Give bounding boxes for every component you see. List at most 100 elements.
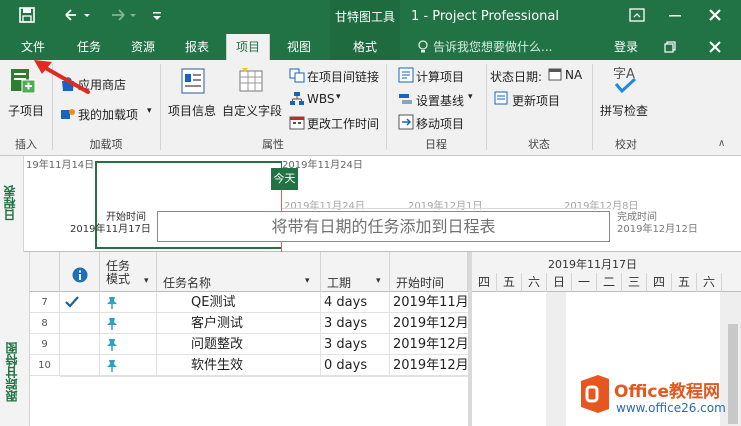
duration-cell[interactable]: 3 days bbox=[321, 334, 390, 355]
custom-fields-button[interactable]: 自定义字段 bbox=[222, 102, 282, 119]
gantt-chart-tools-tab[interactable]: 甘特图工具 bbox=[330, 0, 400, 34]
start-header-label: 开始时间 bbox=[396, 276, 445, 290]
subproject-button[interactable]: 子项目 bbox=[8, 102, 44, 119]
project-info-icon[interactable] bbox=[178, 66, 208, 99]
duration-cell[interactable]: 0 days bbox=[321, 355, 390, 376]
spelling-button[interactable]: 拼写检查 bbox=[600, 102, 648, 119]
gantt-major-date: 2019年11月17日 bbox=[548, 258, 637, 271]
today-marker: 今天 bbox=[271, 168, 298, 190]
close-document-icon[interactable] bbox=[700, 34, 730, 60]
start-cell[interactable]: 2019年12月 bbox=[390, 355, 468, 376]
my-addins-icon bbox=[60, 106, 76, 125]
wbs-button[interactable]: WBS bbox=[307, 92, 335, 106]
project-window: 甘特图工具 1 - Project Professional 文件 任务 资源 … bbox=[0, 0, 741, 426]
task-name-cell[interactable]: 客户测试 bbox=[157, 313, 321, 334]
row-id: 8 bbox=[30, 313, 60, 334]
timeline-drop-box[interactable]: 将带有日期的任务添加到日程表 bbox=[157, 211, 610, 242]
auto-schedule-pin-icon bbox=[107, 318, 117, 330]
calculate-project-button[interactable]: 计算项目 bbox=[416, 68, 464, 85]
start-header[interactable]: 开始时间 bbox=[390, 252, 468, 292]
group-properties-label: 属性 bbox=[262, 138, 284, 151]
wbs-dropdown-icon[interactable]: ▾ bbox=[336, 92, 341, 102]
task-name-header[interactable]: 任务名称 ▾ bbox=[157, 252, 321, 292]
ribbon-project: 子项目 插入 应用商店 我的加载项 ▾ 加载项 项目信息 自定义字段 在项目间链… bbox=[0, 60, 741, 156]
timeline-pane: 日程表 19年11月14日 2019年11月24日 今天 开始时间 2019年1… bbox=[0, 156, 741, 252]
indicators-header[interactable] bbox=[60, 252, 100, 292]
undo-icon[interactable] bbox=[60, 7, 94, 27]
info-icon bbox=[72, 267, 88, 283]
tab-report[interactable]: 报表 bbox=[172, 34, 222, 60]
tab-format[interactable]: 格式 bbox=[330, 34, 400, 60]
gantt-day-label: 六 bbox=[522, 273, 547, 292]
gantt-day-label: 六 bbox=[697, 273, 722, 292]
task-mode-cell[interactable] bbox=[100, 292, 157, 313]
table-row[interactable]: 10 软件生效 0 days 2019年12月 bbox=[30, 355, 468, 376]
start-cell[interactable]: 2019年12月 bbox=[390, 334, 468, 355]
redo-icon[interactable] bbox=[106, 7, 140, 27]
link-projects-button[interactable]: 在项目间链接 bbox=[307, 68, 379, 85]
task-name-cell[interactable]: QE测试 bbox=[157, 292, 321, 313]
table-row[interactable]: 8 客户测试 3 days 2019年12月 bbox=[30, 313, 468, 334]
duration-cell[interactable]: 4 days bbox=[321, 292, 390, 313]
update-project-icon bbox=[494, 91, 508, 108]
duration-filter-icon[interactable]: ▾ bbox=[376, 276, 381, 286]
task-name-header-label: 任务名称 bbox=[163, 276, 212, 290]
update-project-button[interactable]: 更新项目 bbox=[512, 92, 560, 109]
tell-me-search[interactable]: 告诉我您想要做什么... bbox=[433, 34, 552, 60]
customize-toolbar-icon[interactable] bbox=[150, 7, 164, 27]
task-mode-header[interactable]: 任务 模式 ▾ bbox=[100, 252, 157, 292]
sign-in-link[interactable]: 登录 bbox=[604, 34, 648, 60]
timeline-start-date: 2019年11月17日 bbox=[70, 224, 151, 235]
duration-cell[interactable]: 3 days bbox=[321, 313, 390, 334]
project-info-button[interactable]: 项目信息 bbox=[168, 102, 216, 119]
window-title: 1 - Project Professional bbox=[411, 9, 559, 24]
my-addins-button[interactable]: 我的加载项 bbox=[78, 106, 138, 123]
collapse-ribbon-icon[interactable]: ∧ bbox=[718, 138, 725, 149]
task-mode-cell[interactable] bbox=[100, 313, 157, 334]
close-icon[interactable] bbox=[695, 0, 735, 34]
group-insert-label: 插入 bbox=[15, 138, 37, 151]
select-all-header[interactable] bbox=[30, 252, 60, 292]
my-addins-dropdown-icon[interactable]: ▾ bbox=[147, 106, 152, 116]
tab-resource[interactable]: 资源 bbox=[118, 34, 168, 60]
gantt-day-label: 五 bbox=[672, 273, 697, 292]
task-mode-filter-icon[interactable]: ▾ bbox=[144, 276, 149, 286]
move-project-button[interactable]: 移动项目 bbox=[416, 115, 464, 132]
save-icon[interactable] bbox=[16, 7, 38, 27]
start-cell[interactable]: 2019年11月 bbox=[390, 292, 468, 313]
gantt-day-label: 一 bbox=[572, 273, 597, 292]
vertical-scrollbar[interactable] bbox=[728, 324, 738, 424]
status-date-value[interactable]: NA bbox=[565, 68, 582, 82]
custom-fields-icon[interactable] bbox=[236, 66, 266, 99]
ribbon-display-options-icon[interactable] bbox=[617, 0, 657, 34]
timeline-tick-1: 2019年11月24日 bbox=[284, 201, 365, 212]
nonworking-weekend-shade bbox=[546, 292, 566, 426]
task-mode-cell[interactable] bbox=[100, 355, 157, 376]
watermark-url: www.office26.com bbox=[616, 401, 726, 415]
restore-icon[interactable] bbox=[655, 34, 685, 60]
row-indicator bbox=[60, 313, 100, 334]
minimize-icon[interactable] bbox=[655, 0, 695, 34]
start-cell[interactable]: 2019年12月 bbox=[390, 313, 468, 334]
gantt-day-label: 二 bbox=[597, 273, 622, 292]
tab-project[interactable]: 项目 bbox=[226, 34, 270, 60]
gantt-timescale: 2019年11月17日 四五六日一二三四五六 bbox=[472, 252, 741, 292]
task-name-cell[interactable]: 问题整改 bbox=[157, 334, 321, 355]
duration-header[interactable]: 工期 ▾ bbox=[321, 252, 390, 292]
gantt-day-label: 五 bbox=[497, 273, 522, 292]
gantt-day-label: 四 bbox=[647, 273, 672, 292]
spelling-icon[interactable]: 字A bbox=[610, 64, 640, 99]
auto-schedule-pin-icon bbox=[107, 339, 117, 351]
task-name-filter-icon[interactable]: ▾ bbox=[305, 276, 310, 286]
table-row[interactable]: 9 问题整改 3 days 2019年12月 bbox=[30, 334, 468, 355]
task-mode-cell[interactable] bbox=[100, 334, 157, 355]
table-row[interactable]: 7 QE测试 4 days 2019年11月 bbox=[30, 292, 468, 313]
set-baseline-dropdown-icon[interactable]: ▾ bbox=[468, 92, 473, 102]
row-id: 9 bbox=[30, 334, 60, 355]
task-name-cell[interactable]: 软件生效 bbox=[157, 355, 321, 376]
change-work-time-button[interactable]: 更改工作时间 bbox=[307, 115, 379, 132]
set-baseline-button[interactable]: 设置基线 bbox=[416, 92, 464, 109]
ribbon-tabs: 文件 任务 资源 报表 项目 视图 格式 告诉我您想要做什么... 登录 bbox=[0, 34, 741, 60]
timeline-finish-date: 2019年12月12日 bbox=[617, 224, 698, 235]
tab-view[interactable]: 视图 bbox=[274, 34, 324, 60]
